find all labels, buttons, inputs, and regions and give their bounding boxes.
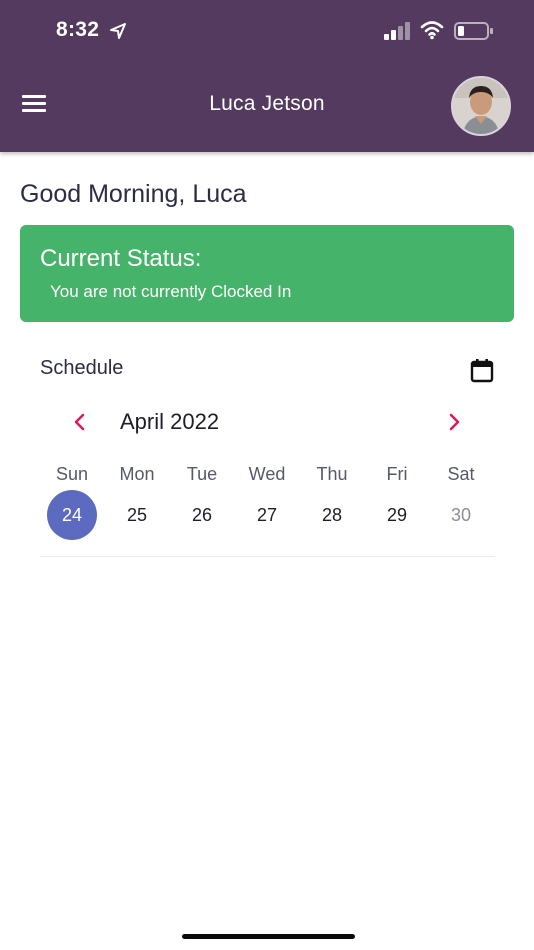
calendar-icon[interactable]: [468, 356, 496, 384]
date-cell[interactable]: 26: [177, 490, 227, 540]
weekday-label: Thu: [316, 464, 348, 484]
wifi-icon: [420, 21, 444, 40]
status-time: 8:32: [56, 18, 100, 41]
date-cell[interactable]: 28: [307, 490, 357, 540]
weekday-label: Tue: [186, 464, 218, 484]
month-label: April 2022: [120, 409, 220, 434]
date-cell[interactable]: 29: [372, 490, 422, 540]
date-cell-selected[interactable]: 24: [47, 490, 97, 540]
schedule-heading: Schedule: [40, 357, 124, 379]
user-avatar-icon: [453, 78, 509, 134]
avatar[interactable]: [451, 76, 511, 136]
home-indicator[interactable]: [182, 934, 355, 939]
status-message: You are not currently Clocked In: [50, 282, 292, 301]
date-row: 24 25 26 27 28 29 30: [40, 490, 495, 540]
date-cell[interactable]: 25: [112, 490, 162, 540]
status-bar: 8:32: [0, 0, 534, 64]
clock-status-card: Current Status: You are not currently Cl…: [20, 225, 514, 322]
greeting-text: Good Morning, Luca: [20, 180, 247, 208]
date-cell[interactable]: 30: [436, 490, 486, 540]
location-arrow-icon: [110, 23, 126, 39]
weekday-label: Mon: [119, 464, 155, 484]
battery-icon: [454, 22, 493, 40]
weekday-label: Wed: [248, 464, 286, 484]
chevron-left-icon[interactable]: [68, 410, 92, 434]
schedule-divider: [40, 556, 495, 557]
weekday-label: Sun: [55, 464, 89, 484]
chevron-right-icon[interactable]: [442, 410, 466, 434]
cellular-signal-icon: [384, 22, 410, 40]
weekday-label: Sat: [447, 464, 475, 484]
date-cell[interactable]: 27: [242, 490, 292, 540]
weekday-label: Fri: [386, 464, 408, 484]
app-header: 8:32 Luca Jetson: [0, 0, 534, 152]
weekday-row: Sun Mon Tue Wed Thu Fri Sat: [40, 464, 495, 484]
status-title: Current Status:: [40, 245, 202, 272]
